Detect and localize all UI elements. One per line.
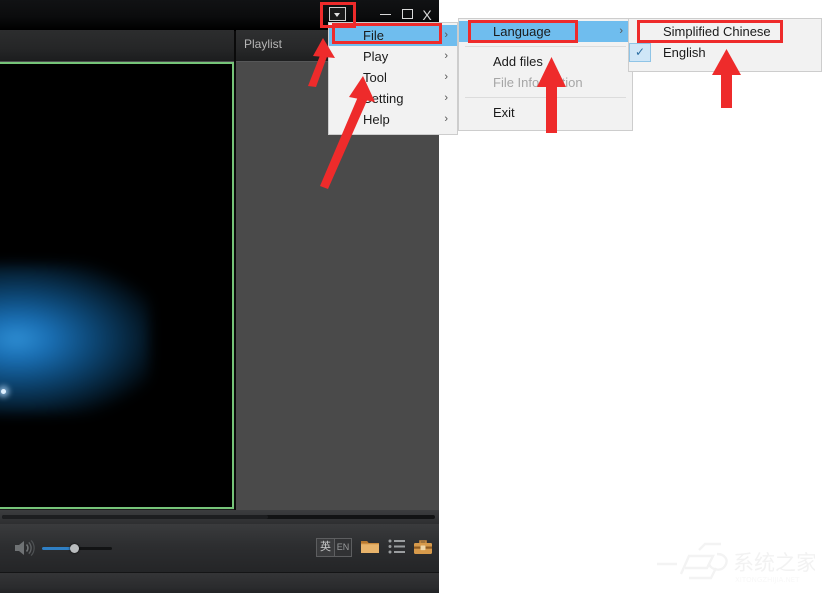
menu-item-exit[interactable]: Exit bbox=[459, 102, 632, 123]
svg-text:XITONGZHIJIA.NET: XITONGZHIJIA.NET bbox=[735, 576, 800, 584]
video-toolbar bbox=[0, 30, 234, 62]
main-menu-panel: File › Play › Tool › Setting › Help › bbox=[328, 22, 458, 135]
menu-item-label: Add files bbox=[493, 54, 543, 69]
chevron-right-icon: › bbox=[444, 71, 448, 83]
video-display-area[interactable] bbox=[0, 62, 234, 509]
menu-item-help[interactable]: Help › bbox=[329, 109, 457, 130]
menu-item-file[interactable]: File › bbox=[329, 25, 457, 46]
watermark-logo: 系统之家 XITONGZHIJIA.NET bbox=[657, 542, 815, 584]
menu-item-play[interactable]: Play › bbox=[329, 46, 457, 67]
chevron-right-icon: › bbox=[444, 50, 448, 62]
video-panel bbox=[0, 30, 234, 510]
menu-item-label: Simplified Chinese bbox=[663, 24, 771, 39]
volume-slider[interactable] bbox=[42, 544, 112, 553]
playlist-title: Playlist bbox=[244, 37, 283, 51]
file-submenu-panel: Language › Add files File Information Ex… bbox=[458, 18, 633, 131]
menu-item-label: Exit bbox=[493, 105, 515, 120]
check-icon: ✓ bbox=[629, 43, 651, 62]
player-controls-bar: 英 EN bbox=[0, 524, 439, 572]
window-footer-bar bbox=[0, 572, 439, 593]
progress-fill bbox=[2, 515, 268, 519]
maximize-icon bbox=[401, 9, 413, 19]
menu-item-setting[interactable]: Setting › bbox=[329, 88, 457, 109]
watermark-text: 系统之家 bbox=[733, 551, 815, 575]
chevron-right-icon: › bbox=[444, 29, 448, 41]
ime-chinese-label: 英 bbox=[317, 539, 335, 556]
playlist-icon[interactable] bbox=[388, 539, 406, 559]
video-sparkle-point bbox=[1, 389, 6, 394]
menu-item-add-files[interactable]: Add files bbox=[459, 51, 632, 72]
menu-item-label: File Information bbox=[493, 75, 583, 90]
chevron-right-icon: › bbox=[444, 92, 448, 104]
language-submenu-panel: Simplified Chinese ✓ English bbox=[628, 18, 822, 72]
menu-item-label: Help bbox=[363, 112, 390, 127]
chevron-right-icon: › bbox=[444, 113, 448, 125]
minimize-icon bbox=[379, 14, 391, 15]
ime-english-label: EN bbox=[334, 539, 351, 556]
menu-separator bbox=[465, 46, 626, 47]
menu-item-label: Play bbox=[363, 49, 389, 64]
toolbox-icon[interactable] bbox=[413, 538, 433, 558]
menu-item-label: English bbox=[663, 45, 706, 60]
menu-item-tool[interactable]: Tool › bbox=[329, 67, 457, 88]
video-glow-effect bbox=[0, 264, 150, 414]
menu-item-file-information: File Information bbox=[459, 72, 632, 93]
menu-separator bbox=[465, 97, 626, 98]
language-toggle-button[interactable]: 英 EN bbox=[316, 538, 352, 557]
chevron-right-icon: › bbox=[619, 25, 623, 37]
menu-item-language[interactable]: Language › bbox=[459, 21, 632, 42]
progress-track[interactable] bbox=[2, 515, 435, 519]
menu-item-simplified-chinese[interactable]: Simplified Chinese bbox=[629, 21, 821, 42]
menu-item-label: Language bbox=[493, 24, 551, 39]
menu-item-label: Setting bbox=[363, 91, 404, 106]
speaker-icon[interactable] bbox=[13, 538, 35, 558]
chevron-down-icon bbox=[328, 7, 346, 21]
menu-item-english[interactable]: ✓ English bbox=[629, 42, 821, 63]
menu-item-label: Tool bbox=[363, 70, 387, 85]
screenshot-root: X Playlist 英 EN File › Play › Tool › Set… bbox=[0, 0, 822, 600]
volume-knob[interactable] bbox=[70, 544, 79, 553]
playback-progress-bar[interactable] bbox=[0, 510, 439, 524]
menu-item-label: File bbox=[363, 28, 384, 43]
folder-icon[interactable] bbox=[360, 538, 380, 558]
